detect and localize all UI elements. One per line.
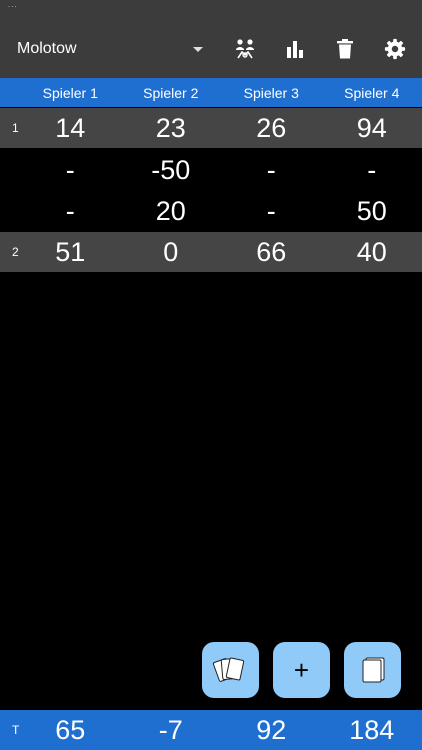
round-index: 1 <box>12 121 19 135</box>
round-row[interactable]: 2 51 0 66 40 <box>0 232 422 272</box>
player-3-header[interactable]: Spieler 3 <box>221 85 322 101</box>
game-selector[interactable]: Molotow <box>17 36 207 62</box>
add-round-button[interactable]: + <box>273 642 330 698</box>
toolbar-actions <box>230 34 410 64</box>
players-button[interactable] <box>230 34 260 64</box>
player-2-header[interactable]: Spieler 2 <box>121 85 222 101</box>
detail-row[interactable]: - 20 - 50 <box>0 191 422 231</box>
bar-chart-icon <box>287 41 303 58</box>
score-cell: 0 <box>163 236 179 267</box>
gear-icon <box>384 38 406 60</box>
game-name: Molotow <box>17 40 77 57</box>
round-row[interactable]: 1 14 23 26 94 <box>0 108 422 148</box>
total-cell: -7 <box>158 714 183 745</box>
players-icon <box>236 39 254 59</box>
detail-row[interactable]: - -50 - - <box>0 150 422 190</box>
cards-fan-icon <box>212 657 244 682</box>
status-bar: ... <box>8 0 18 9</box>
score-cell: - <box>65 195 75 226</box>
score-cell: 26 <box>256 112 287 143</box>
score-cell: - <box>367 154 377 185</box>
total-cell: 65 <box>55 714 86 745</box>
app-bar: ... Molotow <box>0 0 422 78</box>
totals-label: T <box>12 723 20 737</box>
players-header: Spieler 1 Spieler 2 Spieler 3 Spieler 4 <box>0 78 422 107</box>
score-cell: 40 <box>356 236 387 267</box>
player-1-header[interactable]: Spieler 1 <box>20 85 121 101</box>
score-cell: 51 <box>55 236 86 267</box>
score-cell: 66 <box>256 236 287 267</box>
trash-icon <box>337 39 353 59</box>
score-cell: -50 <box>151 154 191 185</box>
deal-cards-button[interactable] <box>202 642 259 698</box>
score-cell: 23 <box>155 112 186 143</box>
total-cell: 184 <box>349 714 395 745</box>
plus-icon: + <box>293 654 310 685</box>
round-index: 2 <box>12 245 19 259</box>
action-buttons: + <box>202 642 401 698</box>
totals-row: T 65 -7 92 184 <box>0 710 422 750</box>
player-4-header[interactable]: Spieler 4 <box>322 85 422 101</box>
delete-button[interactable] <box>330 34 360 64</box>
score-cell: 50 <box>356 195 387 226</box>
score-cell: 20 <box>155 195 186 226</box>
card-stack-icon <box>362 657 384 683</box>
dropdown-arrow-icon <box>193 46 203 52</box>
score-cell: 14 <box>55 112 86 143</box>
total-cell: 92 <box>256 714 287 745</box>
score-cell: - <box>266 154 276 185</box>
statistics-button[interactable] <box>280 34 310 64</box>
score-cell: 94 <box>356 112 387 143</box>
settings-button[interactable] <box>380 34 410 64</box>
card-stack-button[interactable] <box>344 642 401 698</box>
score-cell: - <box>65 154 75 185</box>
score-cell: - <box>266 195 276 226</box>
